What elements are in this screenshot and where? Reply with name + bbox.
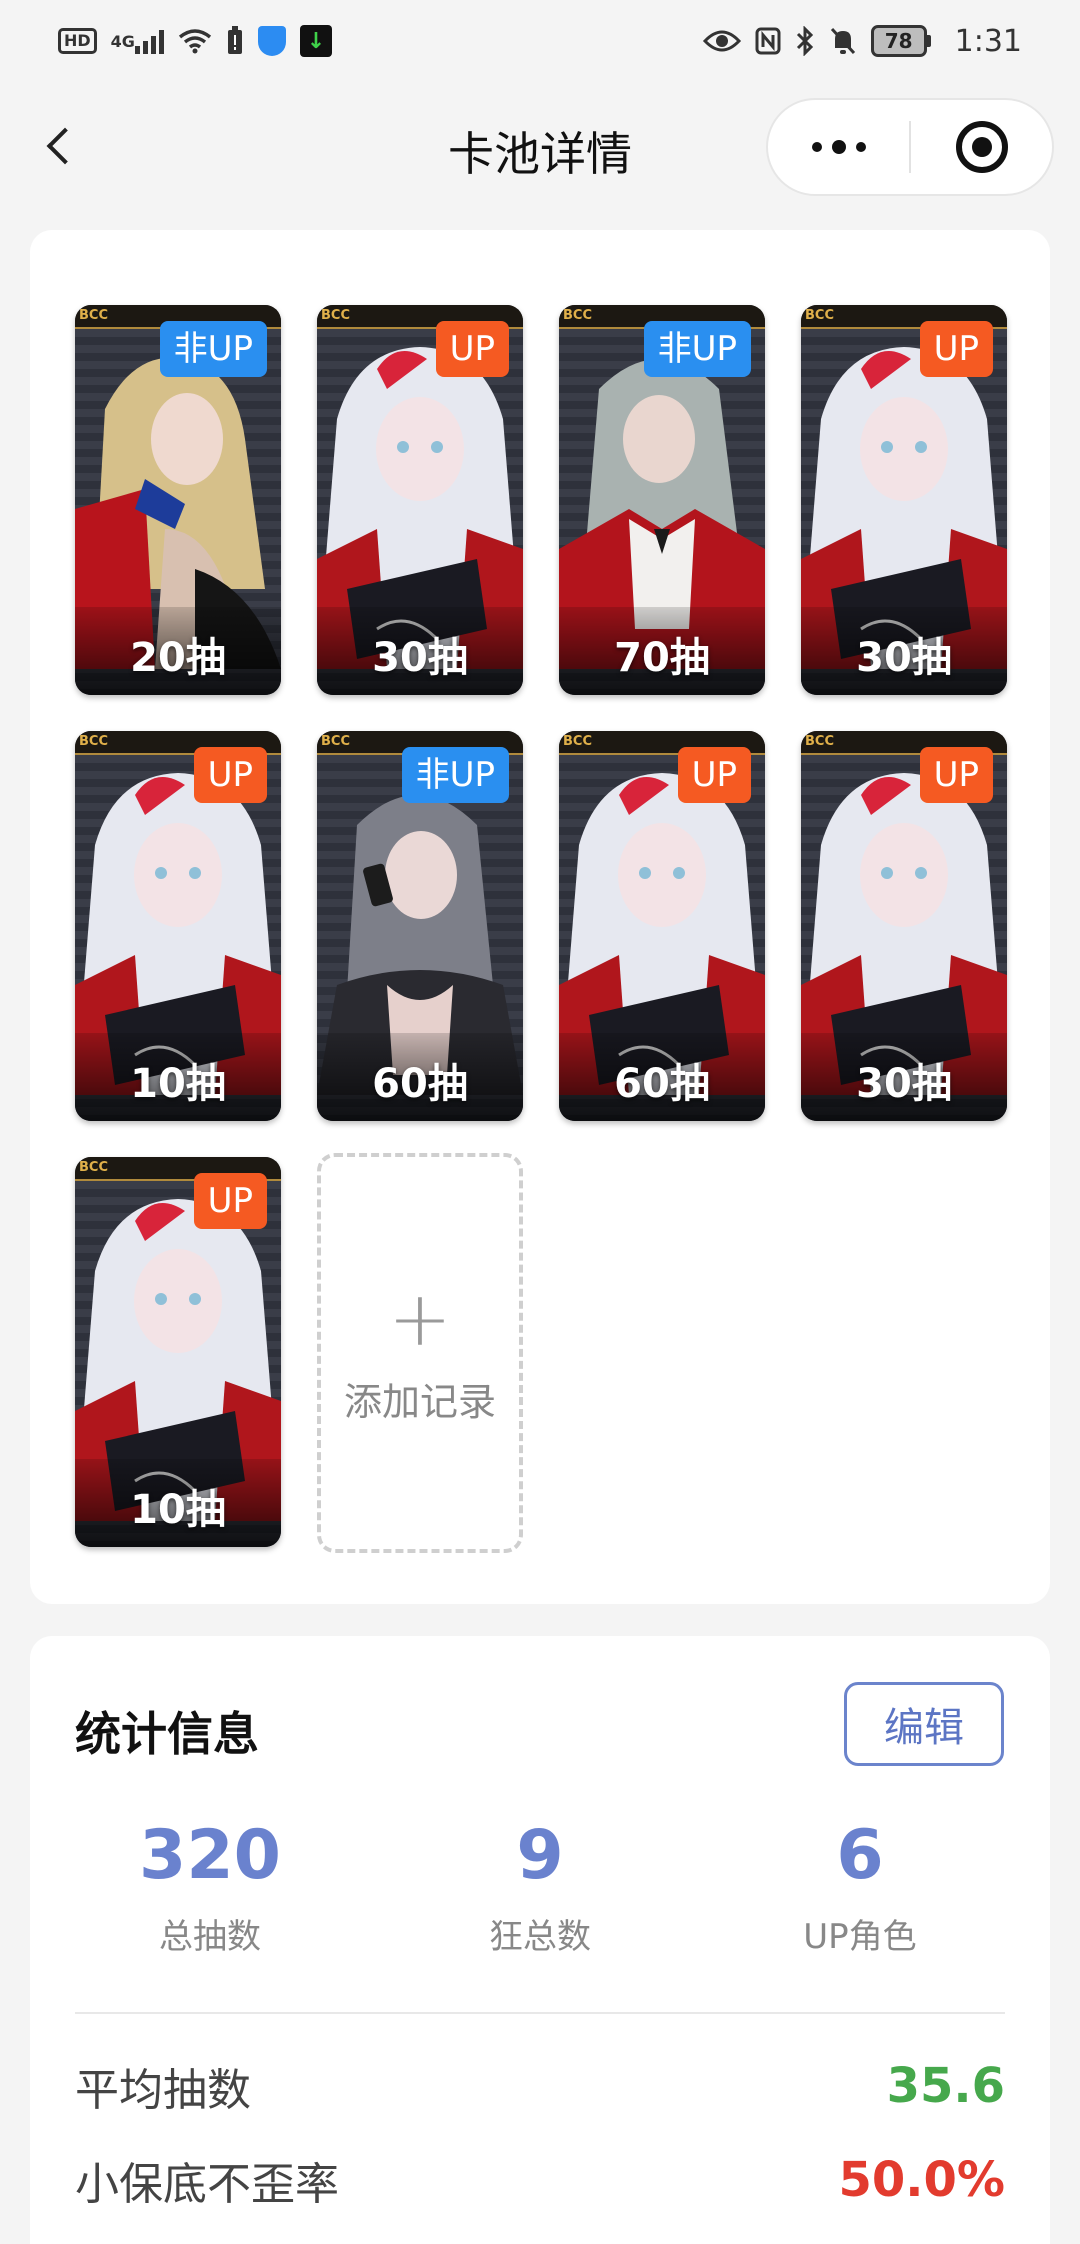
card-logo: BCC xyxy=(79,734,108,749)
stat-row-average-draws: 平均抽数 35.6 xyxy=(75,2054,1005,2118)
up-badge: UP xyxy=(677,747,751,803)
clock: 1:31 xyxy=(954,23,1022,59)
battery-level: 78 xyxy=(870,25,927,57)
record-card[interactable]: BCC UP 10抽 xyxy=(75,731,281,1121)
draw-count: 60抽 xyxy=(614,1061,710,1107)
metric-label: 总抽数 xyxy=(159,1917,261,1957)
draw-count: 30抽 xyxy=(856,635,952,681)
draw-count: 10抽 xyxy=(130,1487,226,1533)
record-card[interactable]: BCC 非UP 70抽 xyxy=(559,305,765,695)
non-up-badge: 非UP xyxy=(643,321,751,377)
up-badge: UP xyxy=(919,747,993,803)
close-mini-program-button[interactable] xyxy=(911,100,1052,194)
record-card[interactable]: BCC UP 10抽 xyxy=(75,1157,281,1547)
draw-count: 30抽 xyxy=(856,1061,952,1107)
stat-key: 平均抽数 xyxy=(75,2065,251,2116)
eye-icon xyxy=(702,29,741,53)
record-card[interactable]: BCC UP 30抽 xyxy=(801,305,1007,695)
metric-value: 320 xyxy=(139,1816,281,1895)
divider xyxy=(75,2012,1005,2014)
signal-icon: 4G xyxy=(111,28,164,54)
hd-icon: HD xyxy=(58,28,97,54)
card-logo: BCC xyxy=(321,308,350,323)
wifi-icon xyxy=(178,28,212,54)
draw-count: 20抽 xyxy=(130,635,226,681)
card-logo: BCC xyxy=(79,308,108,323)
add-record-button[interactable]: + 添加记录 xyxy=(317,1153,523,1553)
mini-program-capsule xyxy=(766,98,1054,196)
bluetooth-icon xyxy=(795,26,815,56)
network-type-label: 4G xyxy=(110,31,135,51)
draw-count: 10抽 xyxy=(130,1061,226,1107)
card-logo: BCC xyxy=(805,734,834,749)
draw-count: 70抽 xyxy=(614,635,710,681)
draw-count: 60抽 xyxy=(372,1061,468,1107)
stat-key: 小保底不歪率 xyxy=(75,2159,339,2210)
up-badge: UP xyxy=(193,747,267,803)
stat-row-no-lose-rate: 小保底不歪率 50.0% xyxy=(75,2148,1005,2212)
record-card[interactable]: BCC UP 30抽 xyxy=(801,731,1007,1121)
non-up-badge: 非UP xyxy=(401,747,509,803)
statistics-panel: 统计信息 编辑 320 总抽数 9 狂总数 6 UP角色 平均抽数 35.6 小… xyxy=(30,1636,1050,2244)
card-logo: BCC xyxy=(805,308,834,323)
stat-value: 50.0% xyxy=(838,2152,1005,2208)
metric-value: 9 xyxy=(516,1816,564,1895)
statistics-title: 统计信息 xyxy=(75,1707,259,1761)
more-dots-icon xyxy=(811,140,866,154)
record-card[interactable]: BCC UP 30抽 xyxy=(317,305,523,695)
metric-total-draws: 320 总抽数 xyxy=(60,1816,360,1958)
security-shield-icon xyxy=(257,26,286,56)
record-card[interactable]: BCC 非UP 20抽 xyxy=(75,305,281,695)
record-card[interactable]: BCC 非UP 60抽 xyxy=(317,731,523,1121)
up-badge: UP xyxy=(193,1173,267,1229)
card-logo: BCC xyxy=(79,1160,108,1175)
draw-records-panel: BCC 非UP 20抽 BCC UP 30抽 BCC 非UP 70抽 BCC U… xyxy=(30,230,1050,1604)
status-bar: HD 4G ↓ 78 1:31 xyxy=(0,0,1080,82)
non-up-badge: 非UP xyxy=(159,321,267,377)
up-badge: UP xyxy=(435,321,509,377)
record-card[interactable]: BCC UP 60抽 xyxy=(559,731,765,1121)
stat-value: 35.6 xyxy=(886,2058,1005,2114)
more-menu-button[interactable] xyxy=(768,100,909,194)
target-circle-icon xyxy=(955,121,1008,173)
battery-icon: 78 xyxy=(870,25,931,57)
metric-label: UP角色 xyxy=(803,1917,917,1957)
draw-count: 30抽 xyxy=(372,635,468,681)
card-logo: BCC xyxy=(321,734,350,749)
nfc-icon xyxy=(755,27,781,55)
metric-total-count: 9 狂总数 xyxy=(390,1816,690,1958)
up-badge: UP xyxy=(919,321,993,377)
navigation-bar: 卡池详情 xyxy=(0,82,1080,212)
card-logo: BCC xyxy=(563,308,592,323)
add-record-label: 添加记录 xyxy=(343,1379,496,1424)
card-logo: BCC xyxy=(563,734,592,749)
edit-button[interactable]: 编辑 xyxy=(844,1682,1004,1766)
metric-value: 6 xyxy=(836,1816,884,1895)
metric-up-characters: 6 UP角色 xyxy=(710,1816,1010,1958)
mute-bell-icon xyxy=(829,26,857,56)
battery-alert-icon xyxy=(226,26,244,56)
app-notification-icon: ↓ xyxy=(299,25,332,57)
plus-icon: + xyxy=(388,1273,452,1363)
metric-label: 狂总数 xyxy=(489,1917,591,1957)
